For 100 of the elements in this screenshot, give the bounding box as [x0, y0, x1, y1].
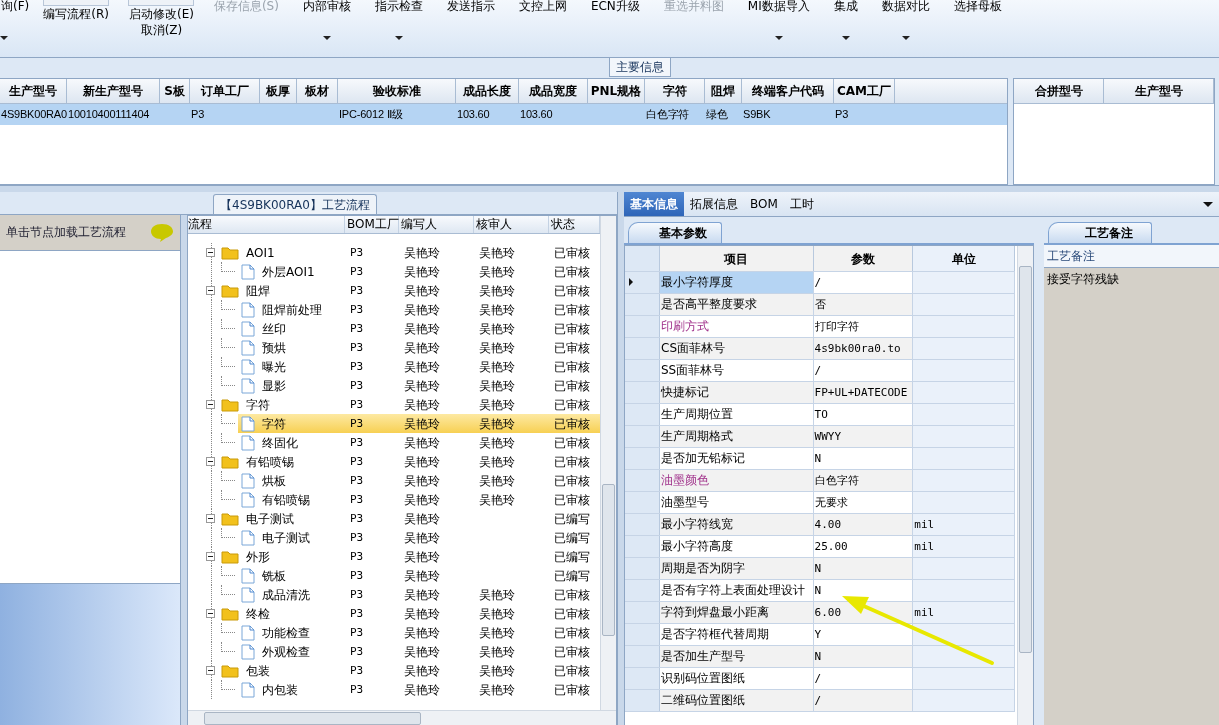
toolbar-button[interactable]: 询(F) [0, 0, 31, 14]
grid-row[interactable]: 是否加无铅标记 N [625, 448, 1015, 470]
collapse-icon[interactable] [206, 400, 215, 409]
splitter[interactable] [180, 215, 187, 725]
grid-row[interactable]: 识别码位置图纸 / [625, 668, 1015, 690]
grid-row[interactable]: 印刷方式 打印字符 [625, 316, 1015, 338]
toolbar-button[interactable]: 发送指示 [445, 0, 496, 14]
collapse-icon[interactable] [206, 609, 215, 618]
tab[interactable]: BOM [744, 192, 784, 216]
toolbar-button[interactable]: 编写流程(R) [42, 6, 110, 22]
column-header[interactable]: 字符 [645, 79, 705, 103]
tree-row[interactable]: 内包装 P3 吴艳玲 吴艳玲 已审核 [188, 680, 600, 699]
grid-row[interactable]: 最小字符高度 25.00 mil [625, 536, 1015, 558]
tree-row[interactable]: 曝光 P3 吴艳玲 吴艳玲 已审核 [188, 357, 600, 376]
tree-row[interactable]: 铣板 P3 吴艳玲 已编写 [188, 566, 600, 585]
toolbar-button[interactable]: 选择母板 [952, 0, 1003, 14]
grid-row[interactable]: 最小字符厚度 / [625, 272, 1015, 294]
grid-row[interactable]: 快捷标记 FP+UL+DATECODE [625, 382, 1015, 404]
grid-row[interactable]: 是否加生产型号 N [625, 646, 1015, 668]
column-header[interactable]: 成品长度 [456, 79, 519, 103]
tab[interactable]: 基本参数 [628, 222, 722, 243]
column-header[interactable]: 订单工厂 [190, 79, 260, 103]
row-header[interactable] [625, 272, 660, 293]
grid-row[interactable]: 是否高平整度要求 否 [625, 294, 1015, 316]
splitter[interactable] [617, 192, 624, 725]
tree-row[interactable]: 包装 P3 吴艳玲 吴艳玲 已审核 [188, 661, 600, 680]
tree-row[interactable]: 成品清洗 P3 吴艳玲 吴艳玲 已审核 [188, 585, 600, 604]
toolbar-button[interactable]: 启动修改(E) [127, 6, 195, 22]
tree-row[interactable]: 有铅喷锡 P3 吴艳玲 吴艳玲 已审核 [188, 452, 600, 471]
column-header[interactable]: 阻焊 [705, 79, 742, 103]
column-header[interactable]: CAM工厂 [834, 79, 895, 103]
grid-row[interactable]: 油墨颜色 白色字符 [625, 470, 1015, 492]
column-header[interactable]: BOM工厂 [345, 216, 399, 233]
column-header[interactable]: 参数 [813, 246, 914, 271]
grid-row[interactable]: CS面菲林号 4s9bk00ra0.to [625, 338, 1015, 360]
grid-row[interactable]: SS面菲林号 / [625, 360, 1015, 382]
grid-row[interactable]: 生产周期格式 WWYY [625, 426, 1015, 448]
tree-row[interactable]: 字符 P3 吴艳玲 吴艳玲 已审核 [188, 395, 600, 414]
column-header[interactable]: 生产型号 [0, 79, 67, 103]
column-header[interactable]: 单位 [913, 246, 1015, 271]
tree-row[interactable]: 预烘 P3 吴艳玲 吴艳玲 已审核 [188, 338, 600, 357]
toolbar-button[interactable]: 文控上网 [517, 0, 568, 14]
column-header[interactable]: 核审人 [474, 216, 549, 233]
horizontal-scrollbar[interactable] [188, 710, 616, 725]
tree-row[interactable]: 外层AOI1 P3 吴艳玲 吴艳玲 已审核 [188, 262, 600, 281]
column-header[interactable]: 板厚 [260, 79, 297, 103]
tab[interactable]: 工时 [783, 192, 820, 216]
collapse-icon[interactable] [206, 514, 215, 523]
tree-row[interactable]: 丝印 P3 吴艳玲 吴艳玲 已审核 [188, 319, 600, 338]
toolbar-button[interactable]: 取消(Z) [139, 22, 184, 38]
tree-row[interactable]: 功能检查 P3 吴艳玲 吴艳玲 已审核 [188, 623, 600, 642]
tab[interactable]: 基本信息 [624, 192, 684, 216]
tab[interactable]: 工艺备注 [1048, 222, 1152, 243]
tree-row[interactable]: 终检 P3 吴艳玲 吴艳玲 已审核 [188, 604, 600, 623]
column-header[interactable]: 终端客户代码 [742, 79, 834, 103]
toolbar-button[interactable]: 集成 [832, 0, 859, 14]
grid-row[interactable]: 生产周期位置 TO [625, 404, 1015, 426]
toolbar-button[interactable]: 内部审核 [301, 0, 352, 14]
tree-row[interactable]: 外观检查 P3 吴艳玲 吴艳玲 已审核 [188, 642, 600, 661]
column-header[interactable]: 编写人 [399, 216, 474, 233]
tab[interactable]: 拓展信息 [684, 192, 744, 216]
tree-row[interactable]: 终固化 P3 吴艳玲 吴艳玲 已审核 [188, 433, 600, 452]
grid-row[interactable]: 周期是否为阴字 N [625, 558, 1015, 580]
tree-row[interactable]: 电子测试 P3 吴艳玲 已编写 [188, 509, 600, 528]
column-header[interactable]: S板 [160, 79, 190, 103]
collapse-icon[interactable] [206, 286, 215, 295]
column-header[interactable]: 新生产型号 [67, 79, 160, 103]
grid-row[interactable]: 油墨型号 无要求 [625, 492, 1015, 514]
grid-row[interactable]: 字符到焊盘最小距离 6.00 mil [625, 602, 1015, 624]
vertical-scrollbar[interactable] [1017, 246, 1033, 725]
column-header[interactable]: 生产型号 [1104, 79, 1214, 103]
toolbar-button[interactable]: 数据对比 [880, 0, 931, 14]
collapse-icon[interactable] [206, 457, 215, 466]
collapse-icon[interactable] [206, 666, 215, 675]
column-header[interactable]: 板材 [297, 79, 338, 103]
dropdown-icon[interactable] [1203, 202, 1213, 207]
column-header[interactable]: 流程 [188, 216, 345, 233]
grid-row[interactable]: 最小字符线宽 4.00 mil [625, 514, 1015, 536]
column-header[interactable]: 合拼型号 [1014, 79, 1104, 103]
collapse-icon[interactable] [206, 552, 215, 561]
vertical-scrollbar[interactable] [600, 216, 616, 711]
column-header[interactable]: PNL规格 [588, 79, 645, 103]
column-header[interactable]: 项目 [660, 246, 814, 271]
tree-row[interactable]: 烘板 P3 吴艳玲 吴艳玲 已审核 [188, 471, 600, 490]
column-header[interactable]: 验收标准 [338, 79, 456, 103]
tree-row[interactable]: 外形 P3 吴艳玲 已编写 [188, 547, 600, 566]
toolbar-button[interactable]: ECN升级 [589, 0, 641, 14]
tree-row[interactable]: 有铅喷锡 P3 吴艳玲 吴艳玲 已审核 [188, 490, 600, 509]
tree-row[interactable]: AOI1 P3 吴艳玲 吴艳玲 已审核 [188, 243, 600, 262]
grid-row[interactable]: 是否有字符上表面处理设计 N [625, 580, 1015, 602]
toolbar-button[interactable]: MI数据导入 [746, 0, 811, 14]
grid-row[interactable]: 是否字符框代替周期 Y [625, 624, 1015, 646]
grid-row[interactable]: 二维码位置图纸 / [625, 690, 1015, 712]
tree-row[interactable]: 阻焊前处理 P3 吴艳玲 吴艳玲 已审核 [188, 300, 600, 319]
collapse-icon[interactable] [206, 248, 215, 257]
splitter[interactable] [0, 185, 1219, 192]
column-header[interactable]: 成品宽度 [519, 79, 588, 103]
tree-row[interactable]: 阻焊 P3 吴艳玲 吴艳玲 已审核 [188, 281, 600, 300]
toolbar-button[interactable]: 指示检查 [373, 0, 424, 14]
tree-row[interactable]: 显影 P3 吴艳玲 吴艳玲 已审核 [188, 376, 600, 395]
